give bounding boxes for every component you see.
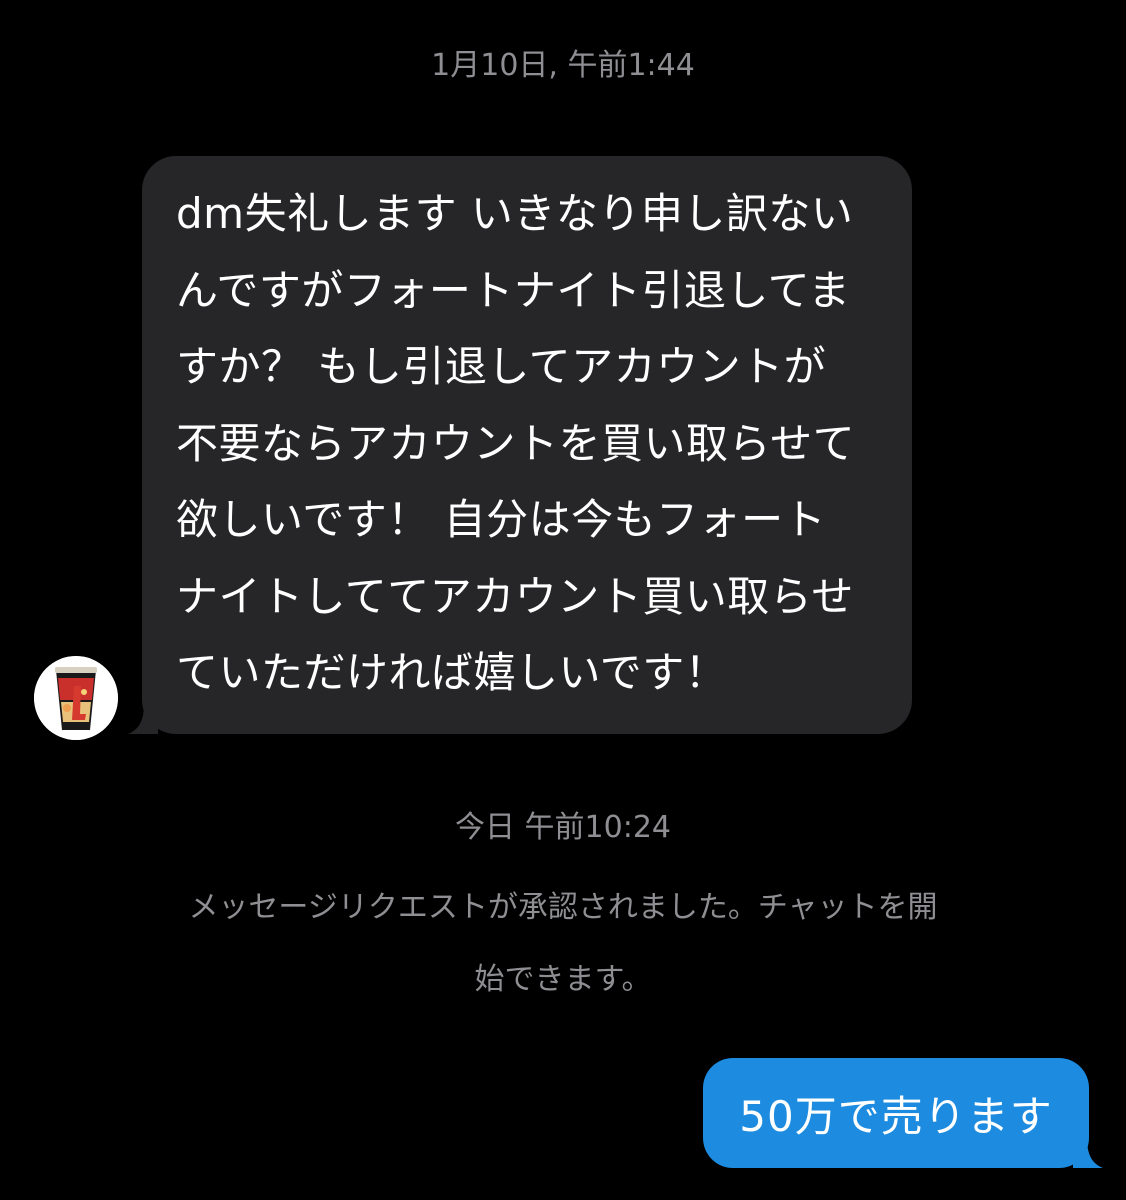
system-message: メッセージリクエストが承認されました。チャットを開 始できます。 [188,890,938,997]
bubble-tail-icon [1073,1138,1103,1168]
incoming-message-bubble[interactable]: dm失礼します いきなり申し訳ない んですがフォートナイト引退してま すか？ も… [128,156,912,734]
today-timestamp: 今日 午前10:24 [455,810,671,845]
bubble-tail-icon [128,704,158,734]
outgoing-message-bubble[interactable]: 50万で売ります [703,1058,1103,1168]
date-timestamp: 1月10日, 午前1:44 [431,48,695,83]
outgoing-message-text: 50万で売ります [739,1091,1053,1141]
cup-noodle-avatar-icon[interactable] [34,656,118,740]
incoming-message-text: dm失礼します いきなり申し訳ない んですがフォートナイト引退してま すか？ も… [176,189,856,697]
